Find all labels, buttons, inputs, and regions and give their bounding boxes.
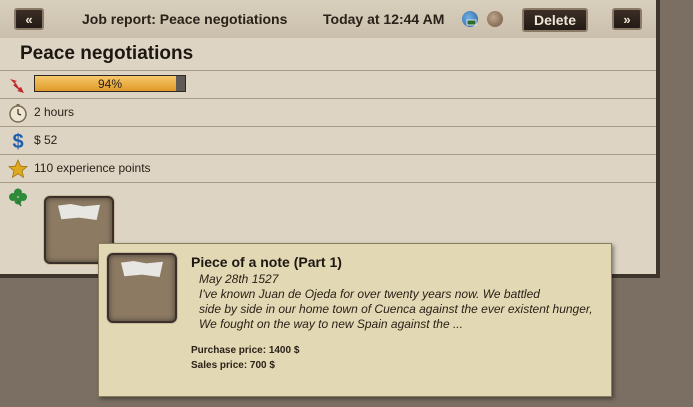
sales-price: Sales price: 700 $ [191, 360, 275, 371]
tooltip-line: We fought on the way to new Spain agains… [199, 317, 463, 331]
motivation-icon [10, 79, 24, 93]
item-tooltip: Piece of a note (Part 1) May 28th 1527 I… [98, 243, 612, 397]
tooltip-line: May 28th 1527 [199, 272, 279, 286]
star-icon [8, 159, 28, 179]
note-item-icon [121, 261, 163, 277]
job-name: Peace negotiations [20, 43, 194, 64]
duration-text: 2 hours [34, 105, 75, 119]
dollar-icon: $ [12, 131, 23, 151]
report-title: Job report: Peace negotiations [82, 11, 288, 27]
progress-label: 94% [97, 77, 123, 91]
svg-text:$: $ [12, 131, 23, 151]
tooltip-line: I've known Juan de Ojeda for over twenty… [199, 287, 540, 301]
motivation-row: 94% [0, 70, 656, 99]
note-item-icon [58, 204, 100, 220]
report-avatar-icon[interactable] [487, 11, 503, 27]
experience-row: 110 experience points [0, 154, 656, 183]
tooltip-item-slot [107, 253, 177, 323]
duration-row: 2 hours [0, 98, 656, 127]
money-row: $ $ 52 [0, 126, 656, 155]
progress-bar: 94% [34, 75, 186, 92]
stopwatch-icon [9, 104, 27, 123]
delete-button[interactable]: Delete [522, 8, 588, 32]
tooltip-item-title: Piece of a note (Part 1) [191, 254, 342, 270]
previous-report-button[interactable]: « [14, 8, 44, 30]
next-report-button[interactable]: » [612, 8, 642, 30]
clover-icon [9, 188, 27, 207]
report-header: « Job report: Peace negotiations Today a… [0, 0, 656, 39]
experience-text: 110 experience points [34, 161, 151, 175]
tooltip-line: side by side in our home town of Cuenca … [199, 302, 593, 316]
share-icon-glyph [466, 19, 477, 26]
money-text: $ 52 [34, 133, 58, 147]
share-icon[interactable] [462, 11, 478, 27]
report-time: Today at 12:44 AM [323, 11, 445, 27]
purchase-price: Purchase price: 1400 $ [191, 345, 300, 356]
